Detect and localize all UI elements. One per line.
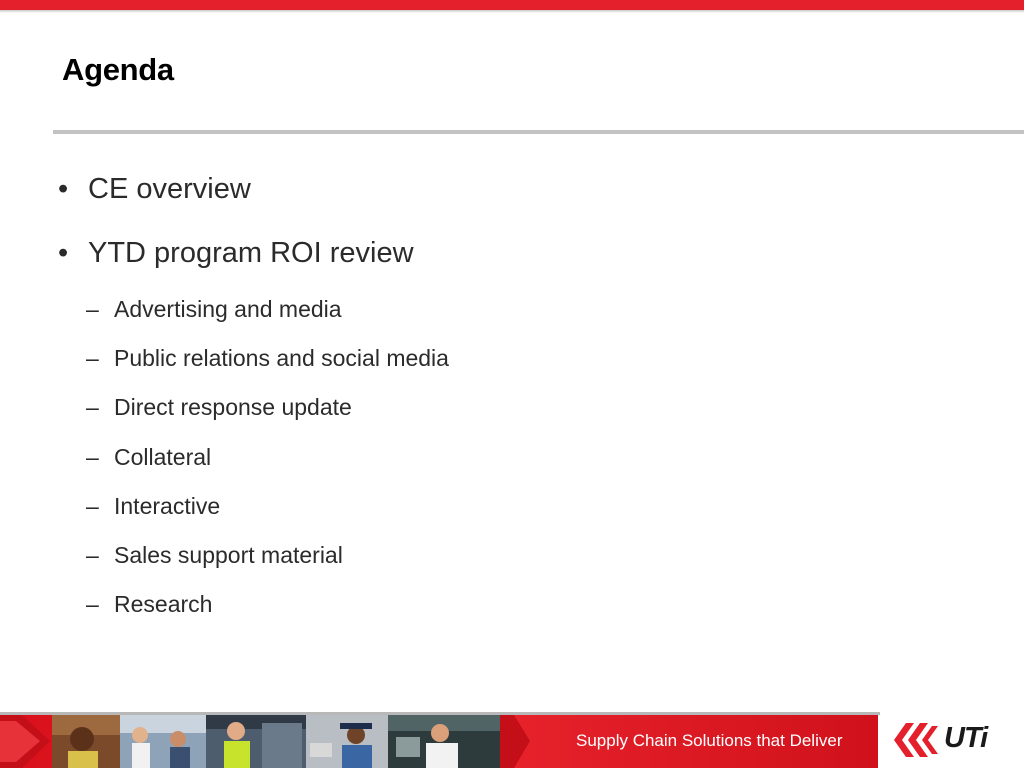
agenda-subitem-label: Research xyxy=(114,591,213,617)
dash-marker: – xyxy=(86,542,99,568)
agenda-subitem-label: Direct response update xyxy=(114,394,352,420)
dash-marker: – xyxy=(86,394,99,420)
agenda-subitem: – Direct response update xyxy=(86,394,352,421)
dash-marker: – xyxy=(86,296,99,322)
dash-marker: – xyxy=(86,493,99,519)
uti-logo-text: UTi xyxy=(944,722,988,754)
photo-strip-image xyxy=(0,715,530,768)
uti-logo-mark-icon xyxy=(894,723,938,757)
footer-tagline: Supply Chain Solutions that Deliver xyxy=(576,731,843,750)
dash-marker: – xyxy=(86,591,99,617)
agenda-subitem-label: Interactive xyxy=(114,493,221,519)
agenda-subitem: – Research xyxy=(86,591,212,618)
top-accent-shadow xyxy=(0,10,1024,13)
dash-marker: – xyxy=(86,444,99,470)
agenda-subitem: – Public relations and social media xyxy=(86,345,449,372)
agenda-item-label: YTD program ROI review xyxy=(88,237,414,269)
slide-title: Agenda xyxy=(62,52,174,87)
top-accent-bar xyxy=(0,0,1024,10)
agenda-subitem-label: Public relations and social media xyxy=(114,345,449,371)
bullet-marker: • xyxy=(58,173,69,205)
agenda-subitem-label: Advertising and media xyxy=(114,296,342,322)
agenda-item: • CE overview xyxy=(58,173,251,206)
agenda-subitem: – Interactive xyxy=(86,493,220,520)
agenda-subitem: – Sales support material xyxy=(86,542,343,569)
agenda-subitem-label: Sales support material xyxy=(114,542,343,568)
bullet-marker: • xyxy=(58,237,69,269)
dash-marker: – xyxy=(86,345,99,371)
slide-footer: Supply Chain Solutions that Deliver UTi xyxy=(0,712,1024,768)
agenda-subitem: – Collateral xyxy=(86,444,211,471)
logo-area: UTi xyxy=(880,712,1024,768)
agenda-item: • YTD program ROI review xyxy=(58,237,414,270)
agenda-subitem-label: Collateral xyxy=(114,444,212,470)
agenda-item-label: CE overview xyxy=(88,173,251,205)
agenda-subitem: – Advertising and media xyxy=(86,296,342,323)
title-divider xyxy=(53,130,1024,134)
